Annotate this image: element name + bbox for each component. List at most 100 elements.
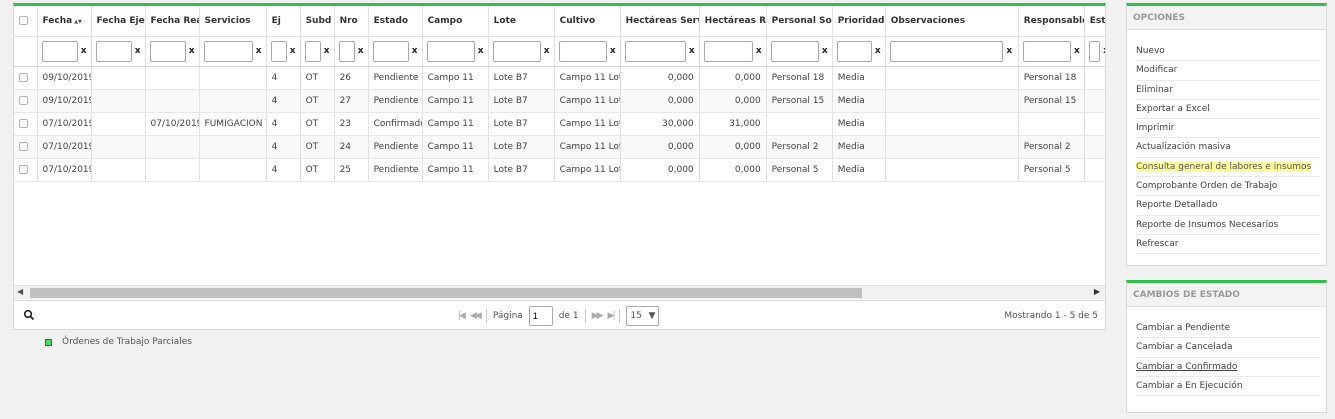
column-header-fecha-ejec[interactable]: Fecha Ejecución [91, 6, 146, 37]
filter-input-fecha-real[interactable] [149, 40, 186, 62]
filter-input-ha-serv[interactable] [624, 40, 686, 62]
column-header-campo[interactable]: Campo [422, 6, 489, 37]
filter-input-lote[interactable] [492, 40, 541, 62]
row-checkbox[interactable] [19, 72, 28, 82]
status-change-item[interactable]: Cambiar a En Ejecución [1136, 377, 1320, 397]
first-page-icon[interactable]: |◀ [458, 311, 466, 321]
filter-input-fecha-ejec[interactable] [95, 40, 132, 62]
filter-input-fecha[interactable] [41, 40, 78, 62]
row-checkbox[interactable] [19, 118, 28, 128]
status-change-item[interactable]: Cambiar a Cancelada [1136, 338, 1320, 358]
sort-icon[interactable]: ▲▼ [74, 19, 82, 25]
option-item[interactable]: Comprobante Orden de Trabajo [1136, 177, 1320, 197]
column-header-fecha[interactable]: Fecha ▲▼ [37, 6, 92, 37]
page-size-select[interactable]: 15 ▼ [626, 306, 660, 326]
column-header-lote[interactable]: Lote [488, 6, 555, 37]
filter-input-ha-real[interactable] [703, 40, 753, 62]
row-checkbox-cell[interactable] [14, 135, 38, 159]
clear-filter-button[interactable]: x [81, 46, 87, 56]
filter-input-servicios[interactable] [203, 40, 253, 62]
option-item[interactable]: Consulta general de labores e insumos [1136, 158, 1320, 178]
filter-input-personal-sol[interactable] [770, 40, 819, 62]
option-item[interactable]: Reporte Detallado [1136, 196, 1320, 216]
option-item[interactable]: Imprimir [1136, 119, 1320, 139]
column-header-ej[interactable]: Ej [266, 6, 301, 37]
clear-filter-button[interactable]: x [478, 46, 484, 56]
column-header-ha-real[interactable]: Hectáreas Reales [699, 6, 767, 37]
next-page-icon[interactable]: ▶▶ [592, 311, 604, 321]
table-row[interactable]: 07/10/201907/10/2019FUMIGACION TERRESTRE… [14, 112, 1105, 136]
clear-filter-button[interactable]: x [610, 46, 616, 56]
search-icon[interactable] [23, 309, 35, 321]
row-checkbox-cell[interactable] [14, 89, 38, 113]
clear-filter-button[interactable]: x [358, 46, 364, 56]
column-header-responsables[interactable]: Responsables [1018, 6, 1085, 37]
filter-input-subd[interactable] [304, 40, 321, 62]
status-change-item[interactable]: Cambiar a Confirmado [1136, 358, 1320, 377]
filter-input-estado2[interactable] [1088, 40, 1101, 62]
clear-filter-button[interactable]: x [822, 46, 828, 56]
option-item[interactable]: Reporte de Insumos Necesarios [1136, 216, 1320, 235]
filter-input-estado[interactable] [372, 40, 409, 62]
column-header-subd[interactable]: Subd [300, 6, 335, 37]
column-header-observaciones[interactable]: Observaciones [885, 6, 1019, 37]
clear-filter-button[interactable]: x [412, 46, 418, 56]
option-label: Exportar a Excel [1136, 103, 1210, 114]
row-checkbox[interactable] [19, 95, 28, 105]
clear-filter-button[interactable]: x [290, 46, 296, 56]
horizontal-scrollbar[interactable]: ◀ ▶ [14, 285, 1105, 299]
option-item[interactable]: Actualización masiva [1136, 138, 1320, 158]
clear-filter-button[interactable]: x [1103, 46, 1105, 56]
scroll-right-icon[interactable]: ▶ [1094, 287, 1100, 296]
column-header-prioridad[interactable]: Prioridad [832, 6, 886, 37]
column-header-estado2[interactable]: Estado [1084, 6, 1105, 37]
column-header-ha-serv[interactable]: Hectáreas Servicio [620, 6, 700, 37]
status-change-item[interactable]: Cambiar a Pendiente [1136, 319, 1320, 339]
option-item[interactable]: Nuevo [1136, 42, 1320, 62]
filter-input-nro[interactable] [338, 40, 355, 62]
table-row[interactable]: 07/10/2019 4 OT 24 Pendiente Campo 11 Lote B7 C… [14, 135, 1105, 159]
clear-filter-button[interactable]: x [1006, 46, 1013, 56]
clear-filter-button[interactable]: x [689, 46, 695, 56]
scroll-left-icon[interactable]: ◀ [17, 287, 23, 296]
filter-input-observaciones[interactable] [889, 40, 1004, 62]
last-page-icon[interactable]: ▶| [607, 311, 615, 321]
clear-filter-button[interactable]: x [1074, 46, 1080, 56]
column-header-nro[interactable]: Nro [334, 6, 369, 37]
filter-input-campo[interactable] [426, 40, 475, 62]
table-row[interactable]: 09/10/2019 4 OT 27 Pendiente Campo 11 Lote B7 C… [14, 89, 1105, 113]
page-number-input[interactable] [528, 306, 553, 326]
column-header-personal-sol[interactable]: Personal Solicitante [766, 6, 833, 37]
clear-filter-button[interactable]: x [544, 46, 550, 56]
option-item[interactable]: Refrescar [1136, 235, 1320, 255]
row-checkbox-cell[interactable] [14, 158, 38, 182]
column-header-servicios[interactable]: Servicios [199, 6, 267, 37]
option-item[interactable]: Eliminar [1136, 81, 1320, 100]
row-checkbox-cell[interactable] [14, 112, 38, 136]
scrollbar-thumb[interactable] [30, 288, 862, 298]
clear-filter-button[interactable]: x [756, 46, 762, 56]
filter-input-responsables[interactable] [1022, 40, 1071, 62]
row-checkbox[interactable] [19, 164, 28, 174]
column-header-estado[interactable]: Estado [368, 6, 423, 37]
filter-input-ej[interactable] [270, 40, 287, 62]
clear-filter-button[interactable]: x [875, 46, 881, 56]
clear-filter-button[interactable]: x [256, 46, 262, 56]
clear-filter-button[interactable]: x [189, 46, 195, 56]
column-header-cultivo[interactable]: Cultivo [554, 6, 621, 37]
row-checkbox[interactable] [19, 141, 28, 151]
select-all-checkbox-cell[interactable] [14, 6, 38, 37]
table-row[interactable]: 07/10/2019 4 OT 25 Pendiente Campo 11 Lote B7 C… [14, 158, 1105, 182]
select-all-checkbox[interactable] [19, 15, 28, 25]
prev-page-icon[interactable]: ◀◀ [470, 311, 482, 321]
filter-input-prioridad[interactable] [836, 40, 872, 62]
legend-label: Órdenes de Trabajo Parciales [62, 337, 192, 347]
option-item[interactable]: Modificar [1136, 61, 1320, 81]
clear-filter-button[interactable]: x [324, 46, 330, 56]
table-row[interactable]: 09/10/2019 4 OT 26 Pendiente Campo 11 Lote B7 C… [14, 66, 1105, 90]
option-item[interactable]: Exportar a Excel [1136, 100, 1320, 120]
clear-filter-button[interactable]: x [135, 46, 141, 56]
column-header-fecha-real[interactable]: Fecha Real [145, 6, 200, 37]
row-checkbox-cell[interactable] [14, 66, 38, 90]
filter-input-cultivo[interactable] [558, 40, 607, 62]
